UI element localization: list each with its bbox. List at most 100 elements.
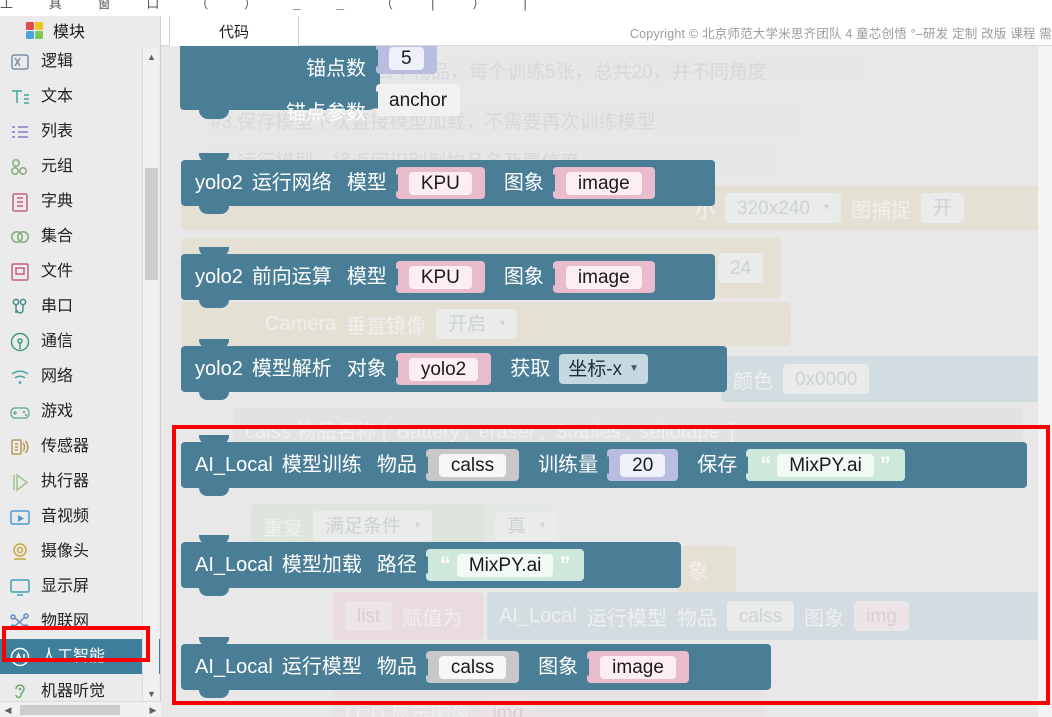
block-action: 运行模型 (282, 657, 362, 677)
field-chip-save[interactable]: “ MixPY.ai ” (746, 449, 905, 481)
anchor-count-socket[interactable]: 5 (376, 46, 437, 74)
anchor-count-chip[interactable]: 5 (376, 46, 437, 74)
sidebar-item-13[interactable]: 音视频 (0, 499, 160, 534)
camera-icon (8, 540, 32, 564)
quote-open-icon: “ (754, 454, 777, 476)
sidebar-vertical-scrollbar[interactable]: ▲ ▼ (142, 48, 159, 702)
field-chip-image[interactable]: image (553, 261, 655, 293)
sidebar-item-4[interactable]: 字典 (0, 184, 160, 219)
block-yolo2-forward[interactable]: yolo2 前向运算 模型 KPU 图象 image (181, 254, 715, 300)
sidebar-item-6[interactable]: 文件 (0, 254, 160, 289)
field-chip-object[interactable]: yolo2 (396, 353, 491, 385)
socket-path[interactable]: “ MixPY.ai ” (426, 549, 585, 581)
socket-model[interactable]: KPU (396, 261, 485, 293)
field-chip-item[interactable]: calss (426, 651, 519, 683)
background-lcd-block: LCD 显示图像 img (333, 690, 763, 717)
field-value-model: KPU (409, 172, 472, 195)
socket-item[interactable]: calss (426, 651, 519, 683)
field-label-item: 物品 (377, 455, 417, 475)
dictionary-icon (8, 190, 32, 214)
sidebar-horizontal-scrollbar[interactable]: ◀ ▶ (0, 701, 161, 717)
wifi-icon (8, 365, 32, 389)
field-chip-image[interactable]: image (587, 651, 689, 683)
scroll-down-icon[interactable]: ▼ (143, 685, 160, 702)
list-call-action: 运行模型 (587, 602, 667, 631)
sidebar-item-8[interactable]: 通信 (0, 324, 160, 359)
sidebar-item-9[interactable]: 网络 (0, 359, 160, 394)
field-chip-model[interactable]: KPU (396, 167, 485, 199)
application-window: 工 具 窗 口 （ ） _ _ （ | ） | 模块 逻辑文本列表元组字典集合文… (0, 0, 1052, 717)
sidebar-item-12[interactable]: 执行器 (0, 464, 160, 499)
socket-trainsize[interactable]: 20 (607, 449, 678, 481)
field-label-image: 图象 (504, 267, 544, 287)
field-chip-image[interactable]: image (553, 167, 655, 199)
camera-num-value: 24 (718, 253, 763, 283)
scroll-up-icon[interactable]: ▲ (143, 48, 160, 65)
tab-code[interactable]: 代码 (169, 16, 299, 46)
scroll-right-icon[interactable]: ▶ (145, 702, 161, 717)
sidebar-item-label: 显示屏 (41, 579, 89, 595)
sidebar-item-17[interactable]: 人工智能 (0, 639, 160, 674)
block-bottom-notch (199, 109, 229, 119)
sidebar-item-10[interactable]: 游戏 (0, 394, 160, 429)
block-yolo2-parse-model[interactable]: yolo2 模型解析 对象 yolo2 获取 坐标-x ▼ (181, 346, 727, 392)
socket-model[interactable]: KPU (396, 167, 485, 199)
background-image-tag: 象 (676, 546, 736, 592)
block-ai-local-train[interactable]: AI_Local 模型训练 物品 calss 训练量 20 保存 “ MixPY… (181, 442, 1027, 488)
block-action: 模型解析 (252, 359, 332, 379)
scrollbar-thumb-horizontal[interactable] (20, 705, 120, 715)
blockly-workspace[interactable]: 整拍置数量（如四个物品，每个训练5张，总共20，并不同角度 #3.保存模型下次直… (161, 46, 1052, 717)
socket-object[interactable]: yolo2 (396, 353, 491, 385)
coordinate-dropdown[interactable]: 坐标-x ▼ (559, 354, 648, 384)
socket-image[interactable]: image (553, 261, 655, 293)
field-chip-item[interactable]: calss (426, 449, 519, 481)
block-action: 模型训练 (282, 455, 362, 475)
puzzle-icon (22, 18, 46, 42)
block-ai-local-run[interactable]: AI_Local 运行模型 物品 calss 图象 image (181, 644, 771, 690)
sidebar-header-label: 模块 (53, 18, 85, 42)
camera-prefix: Camera (265, 313, 336, 336)
sidebar-item-3[interactable]: 元组 (0, 149, 160, 184)
sidebar-item-5[interactable]: 集合 (0, 219, 160, 254)
block-yolo2-run-network[interactable]: yolo2 运行网络 模型 KPU 图象 image (181, 160, 715, 206)
sidebar-item-14[interactable]: 摄像头 (0, 534, 160, 569)
field-chip-model[interactable]: KPU (396, 261, 485, 293)
socket-save[interactable]: “ MixPY.ai ” (746, 449, 905, 481)
quote-close-icon: ” (553, 554, 576, 576)
sidebar-item-2[interactable]: 列表 (0, 114, 160, 149)
block-prefix: yolo2 (195, 173, 243, 193)
block-prefix: AI_Local (195, 657, 273, 677)
sidebar-item-7[interactable]: 串口 (0, 289, 160, 324)
sidebar-item-label: 机器听觉 (41, 684, 105, 700)
sidebar-item-0[interactable]: 逻辑 (0, 44, 160, 79)
field-value-object: yolo2 (409, 358, 478, 381)
quote-open-icon: “ (434, 554, 457, 576)
anchor-count-label: 锚点数 (306, 52, 366, 81)
file-icon (8, 260, 32, 284)
anchor-params-chip[interactable]: anchor (376, 84, 460, 116)
field-chip-trainsize[interactable]: 20 (607, 449, 678, 481)
workspace-vertical-scrollbar[interactable] (1038, 46, 1052, 717)
socket-image[interactable]: image (587, 651, 689, 683)
anchor-params-socket[interactable]: anchor (376, 84, 460, 116)
field-label-object: 对象 (347, 359, 387, 379)
block-prefix: AI_Local (195, 555, 273, 575)
field-label-model: 模型 (347, 173, 387, 193)
media-icon (8, 505, 32, 529)
scrollbar-thumb[interactable] (145, 168, 158, 280)
sidebar-item-16[interactable]: 物联网 (0, 604, 160, 639)
camera-capture-value: 开 (921, 193, 964, 223)
socket-item[interactable]: calss (426, 449, 519, 481)
scroll-left-icon[interactable]: ◀ (0, 702, 16, 717)
field-value-model: KPU (409, 266, 472, 289)
sidebar-item-label: 传感器 (41, 439, 89, 455)
sidebar-item-1[interactable]: 文本 (0, 79, 160, 114)
sidebar-item-15[interactable]: 显示屏 (0, 569, 160, 604)
field-chip-path[interactable]: “ MixPY.ai ” (426, 549, 585, 581)
field-label-save: 保存 (697, 455, 737, 475)
anchor-params-block[interactable]: 锚点数 锚点参数 (180, 46, 380, 110)
sidebar-item-label: 逻辑 (41, 54, 73, 70)
sidebar-item-11[interactable]: 传感器 (0, 429, 160, 464)
socket-image[interactable]: image (553, 167, 655, 199)
block-ai-local-load[interactable]: AI_Local 模型加载 路径 “ MixPY.ai ” (181, 542, 681, 588)
